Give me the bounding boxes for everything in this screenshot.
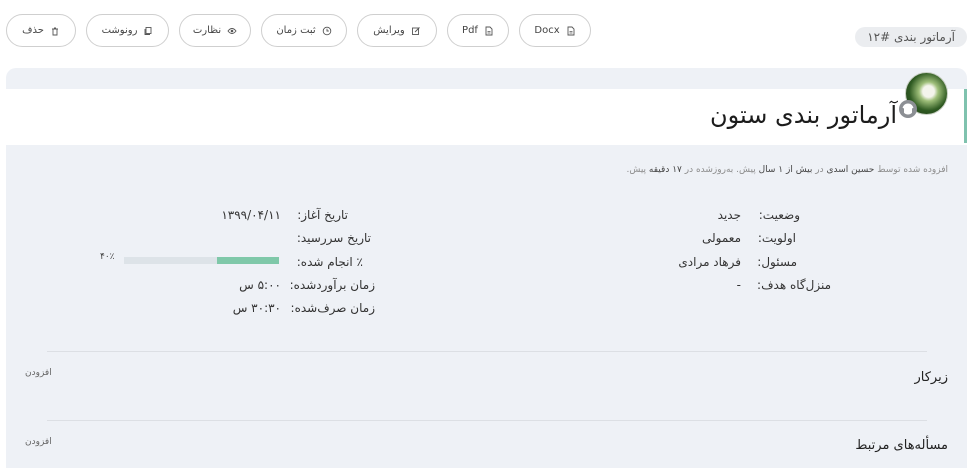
- file-icon: [566, 26, 576, 36]
- relations-divider: [47, 420, 927, 421]
- export-pdf-label: Pdf: [462, 25, 478, 36]
- toolbar: حذف رونوشت نظارت ثبت زمان ویرایش Pdf Doc…: [6, 14, 601, 47]
- progress-bar-fill: [217, 257, 279, 264]
- done-ratio-label: ٪ انجام شده:: [296, 255, 363, 269]
- created-ago-link[interactable]: بیش از ۱ سال: [759, 165, 813, 175]
- status-value: جدید: [717, 208, 741, 222]
- title-row: آرماتور بندی ستون: [6, 89, 967, 145]
- copy-icon: [143, 26, 153, 36]
- meta-in: در: [815, 165, 824, 175]
- delete-button-label: حذف: [22, 25, 44, 36]
- spent-time-label: زمان صرف‌شده:: [290, 301, 375, 315]
- due-date-label: تاریخ سررسید:: [296, 231, 371, 245]
- status-label: وضعیت:: [758, 208, 800, 222]
- file-icon: [484, 26, 494, 36]
- watch-button[interactable]: نظارت: [179, 14, 251, 47]
- clock-icon: [322, 26, 332, 36]
- estimated-time-label: زمان برآوردشده:: [289, 278, 375, 292]
- priority-label: اولویت:: [757, 231, 796, 245]
- add-subtask-link[interactable]: افزودن: [25, 368, 52, 378]
- progress-bar: [124, 257, 279, 264]
- subtasks-title: زیرکار: [914, 370, 949, 385]
- trash-icon: [50, 26, 60, 36]
- estimated-time-value: ۵:۰۰ س: [239, 278, 281, 292]
- meta-suffix: پیش.: [626, 165, 647, 175]
- related-issues-title: مسأله‌های مرتبط: [855, 438, 948, 453]
- edit-button-label: ویرایش: [373, 25, 405, 36]
- meta-mid: پیش. به‌روزشده در: [684, 165, 756, 175]
- export-pdf-button[interactable]: Pdf: [447, 14, 509, 47]
- edit-button[interactable]: ویرایش: [357, 14, 437, 47]
- author-link[interactable]: حسین اسدی: [827, 165, 875, 175]
- target-version-value: -: [736, 278, 741, 292]
- start-date-value: ۱۳۹۹/۰۴/۱۱: [221, 208, 281, 222]
- copy-button[interactable]: رونوشت: [86, 14, 169, 47]
- updated-ago-link[interactable]: ۱۷ دقیقه: [649, 165, 682, 175]
- log-time-button-label: ثبت زمان: [276, 25, 316, 36]
- accent-bar: [964, 89, 967, 143]
- log-time-button[interactable]: ثبت زمان: [261, 14, 347, 47]
- export-docx-button[interactable]: Docx: [519, 14, 591, 47]
- priority-value: معمولی: [701, 231, 741, 245]
- progress-percent: ۴۰٪: [100, 252, 115, 262]
- delete-button[interactable]: حذف: [6, 14, 76, 47]
- target-version-label: منزل‌گاه هدف:: [757, 278, 831, 292]
- export-docx-label: Docx: [534, 25, 560, 36]
- watcher-icon[interactable]: [897, 98, 919, 120]
- meta-prefix: افزوده شده توسط: [877, 165, 948, 175]
- add-relation-link[interactable]: افزودن: [25, 437, 52, 447]
- page-title: آرماتور بندی ستون: [709, 101, 897, 129]
- assignee-label: مسئول:: [757, 255, 797, 269]
- eye-icon: [227, 26, 237, 36]
- watch-button-label: نظارت: [192, 25, 222, 36]
- issue-meta: افزوده شده توسط حسین اسدی در بیش از ۱ سا…: [626, 165, 948, 175]
- edit-icon: [411, 26, 421, 36]
- assignee-value[interactable]: فرهاد مرادی: [678, 255, 741, 269]
- subtasks-divider: [47, 351, 927, 352]
- card-header-strip: [6, 68, 967, 89]
- issue-id-badge: آرماتور بندی #۱۲: [855, 27, 967, 47]
- spent-time-value[interactable]: ۳۰:۳۰ س: [233, 301, 281, 315]
- start-date-label: تاریخ آغاز:: [297, 208, 348, 222]
- copy-button-label: رونوشت: [101, 25, 138, 36]
